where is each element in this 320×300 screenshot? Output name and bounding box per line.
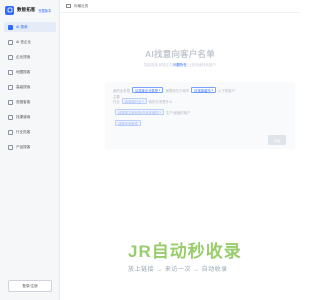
form-line-3: 请选择主营业务/产品关键词 ▾ 生产/经营的客户 xyxy=(113,109,191,115)
subtitle-highlight: 问题所在 xyxy=(173,63,187,67)
sidebar-item-label: 地图搜客 xyxy=(16,69,31,74)
sidebar: 数智拓客 完整版本 AI 搜索 AI 查企业 企业搜索 地图搜客 高级搜索 查圈… xyxy=(0,0,60,300)
channel-icon xyxy=(8,114,13,120)
advanced-search-icon xyxy=(8,84,13,90)
watermark: JR自动秒收录 放上链接 → 来访一次 → 自动收录 xyxy=(128,237,278,277)
ai-search-icon xyxy=(8,24,13,30)
sidebar-item-label: AI 查企业 xyxy=(16,39,32,44)
chevron-down-icon: ▾ xyxy=(159,110,161,114)
city-select[interactable]: 请选择城市 ▾ xyxy=(191,87,217,93)
sidebar-item-ai-company[interactable]: AI 查企业 xyxy=(4,37,56,47)
sidebar-item-channel[interactable]: 找渠道商 xyxy=(4,112,56,122)
sidebar-item-advanced-search[interactable]: 高级搜索 xyxy=(4,82,56,92)
logo-icon xyxy=(5,5,14,15)
keyword-input[interactable]: 请填写关键词 xyxy=(115,120,141,126)
watermark-slogan: 放上链接 → 来访一次 → 自动收录 xyxy=(128,267,228,273)
topbar: 你最近的 xyxy=(60,0,300,13)
query-button[interactable]: 查询 xyxy=(268,135,286,145)
topbar-label[interactable]: 你最近的 xyxy=(74,4,88,9)
circle-icon xyxy=(8,99,13,105)
folder-icon xyxy=(66,4,71,8)
sidebar-item-label: 找渠道商 xyxy=(16,114,31,119)
industry-icon xyxy=(8,129,13,135)
form-text: 我的业务是什么 xyxy=(148,99,173,104)
form-text: 行业 xyxy=(113,99,120,104)
form-text: 以下的客户 xyxy=(218,88,236,93)
company-type-select[interactable]: 请选择企业类型 ▾ xyxy=(131,87,164,93)
sidebar-item-company-search[interactable]: 企业搜索 xyxy=(4,52,56,62)
select-value: 请选择主营业务/产品关键词 xyxy=(118,110,159,115)
industry-select[interactable]: 请选择行业 ▾ xyxy=(121,98,147,104)
sidebar-nav: AI 搜索 AI 查企业 企业搜索 地图搜客 高级搜索 查圈客客 找渠道商 行业… xyxy=(4,22,56,157)
subtitle-after: ,让你快速找到客户 xyxy=(187,63,216,67)
search-form: 我的业务是 请选择企业类型 ▾ 我想找位于城市 请选择城市 ▾ 以下的客户 主要 行… xyxy=(105,82,295,149)
sidebar-item-label: 高级搜索 xyxy=(16,84,31,89)
company-search-icon xyxy=(8,54,13,60)
chevron-down-icon: ▾ xyxy=(159,88,161,92)
sidebar-item-label: 企业搜索 xyxy=(16,54,31,59)
watermark-brand: JR自动秒收录 xyxy=(128,242,242,261)
sidebar-item-ai-search[interactable]: AI 搜索 xyxy=(4,22,56,32)
subtitle-before: 智能搜索,精准定位 xyxy=(144,63,173,67)
form-line-2: 行业 请选择行业 ▾ 我的业务是什么 xyxy=(113,98,172,104)
sidebar-item-map-search[interactable]: 地图搜客 xyxy=(4,67,56,77)
app-name: 数智拓客 xyxy=(17,7,36,12)
sidebar-item-label: 行业拓客 xyxy=(16,129,31,134)
business-keyword-select[interactable]: 请选择主营业务/产品关键词 ▾ xyxy=(115,109,164,115)
form-line-1: 我的业务是 请选择企业类型 ▾ 我想找位于城市 请选择城市 ▾ 以下的客户 xyxy=(113,87,235,93)
app-logo[interactable]: 数智拓客 完整版本 xyxy=(5,4,51,16)
select-value: 请选择行业 xyxy=(124,99,142,104)
sidebar-item-industry[interactable]: 行业拓客 xyxy=(4,127,56,137)
input-value: 请填写关键词 xyxy=(118,121,138,126)
sidebar-item-label: 产品搜客 xyxy=(16,144,31,149)
sidebar-item-product[interactable]: 产品搜客 xyxy=(4,142,56,152)
form-text: 我想找位于城市 xyxy=(165,88,190,93)
select-value: 请选择城市 xyxy=(194,88,211,93)
form-text: 我的业务是 xyxy=(113,88,130,93)
page-title: AI找意向客户名单 xyxy=(145,49,215,59)
select-value: 请选择企业类型 xyxy=(134,88,159,93)
page-subtitle: 智能搜索,精准定位问题所在,让你快速找到客户 xyxy=(60,63,300,68)
product-icon xyxy=(8,144,13,150)
sidebar-item-label: 查圈客客 xyxy=(16,99,31,104)
chevron-down-icon: ▾ xyxy=(211,88,214,92)
chevron-down-icon: ▾ xyxy=(142,99,144,103)
sidebar-item-label: AI 搜索 xyxy=(16,24,28,29)
ai-company-icon xyxy=(8,39,13,45)
login-button[interactable]: 登录/注册 xyxy=(8,280,52,292)
app-badge: 完整版本 xyxy=(38,8,52,13)
sidebar-item-circle-search[interactable]: 查圈客客 xyxy=(4,97,56,107)
map-icon xyxy=(8,69,13,75)
form-line-4: 请填写关键词 xyxy=(113,120,143,126)
form-text: 生产/经营的客户 xyxy=(165,110,191,115)
